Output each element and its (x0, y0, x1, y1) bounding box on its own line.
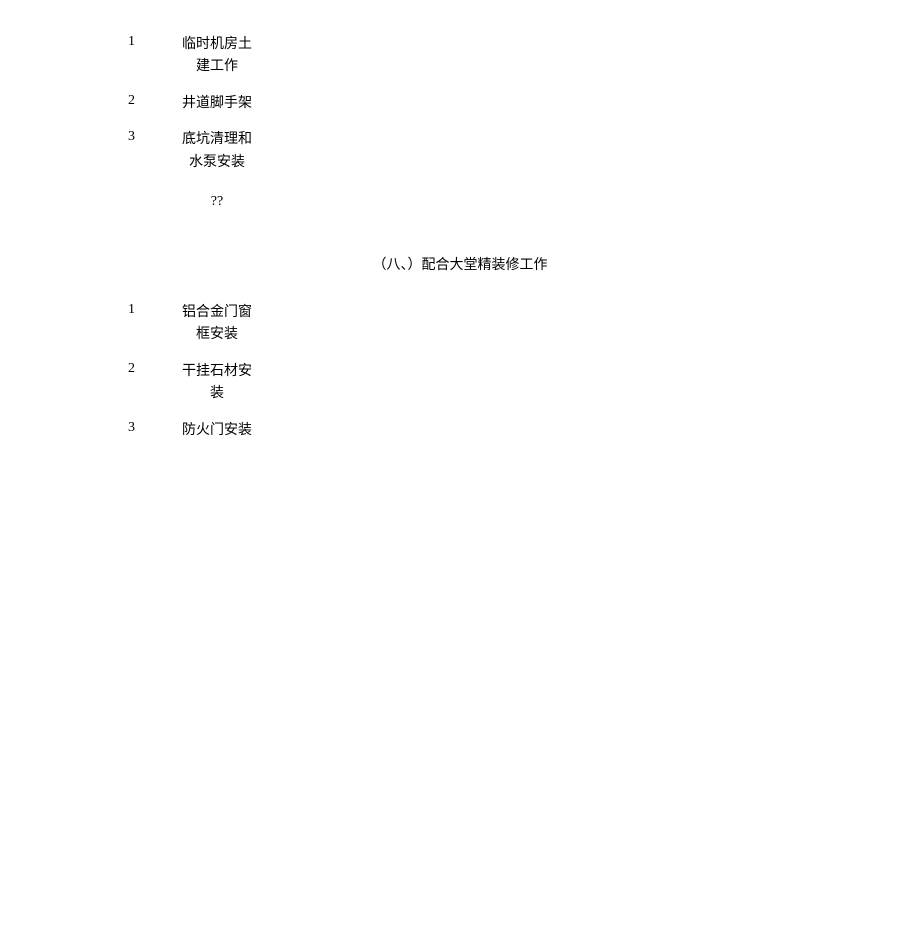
list-text: 干挂石材安装 (176, 361, 258, 406)
list-text: 铝合金门窗框安装 (176, 302, 258, 347)
section-1: 1 临时机房土建工作 2 井道脚手架 3 底坑清理和水泵安装 ?? (128, 34, 792, 224)
list-item: 1 临时机房土建工作 (128, 34, 792, 79)
list-number: 2 (128, 93, 148, 109)
list-item: 3 防火门安装 (128, 420, 792, 442)
list-text: 底坑清理和水泵安装 (176, 129, 258, 174)
list-item: 2 干挂石材安装 (128, 361, 792, 406)
list-number: 1 (128, 302, 148, 318)
list-number: 2 (128, 361, 148, 377)
list-item: 2 井道脚手架 (128, 93, 792, 115)
list-item: 3 底坑清理和水泵安装 (128, 129, 792, 174)
list-number: 3 (128, 420, 148, 436)
section-heading: （八、）配合大堂精装修工作 (128, 254, 792, 274)
section-2: 1 铝合金门窗框安装 2 干挂石材安装 3 防火门安装 (128, 302, 792, 456)
list-item: 1 铝合金门窗框安装 (128, 302, 792, 347)
list-text: 临时机房土建工作 (176, 34, 258, 79)
list-number: 3 (128, 129, 148, 145)
list-number: 1 (128, 34, 148, 50)
document-content: 1 临时机房土建工作 2 井道脚手架 3 底坑清理和水泵安装 ?? （八、）配合… (0, 0, 920, 456)
list-text: 防火门安装 (176, 420, 258, 442)
extra-text: ?? (176, 194, 258, 210)
list-text: 井道脚手架 (176, 93, 258, 115)
